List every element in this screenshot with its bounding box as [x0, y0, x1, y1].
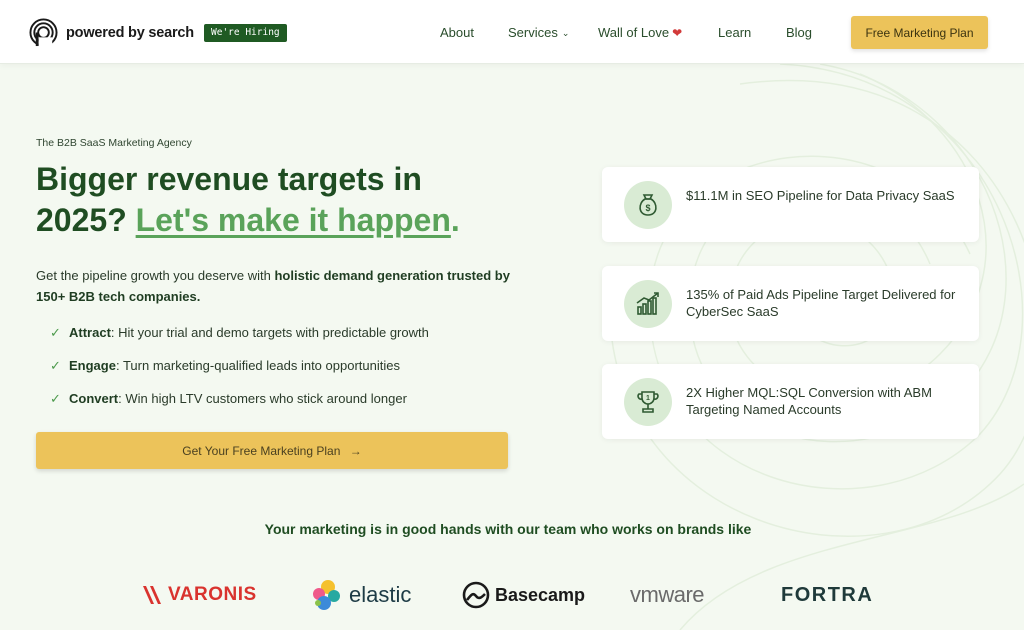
list-item: ✓ Engage: Turn marketing-qualified leads…: [50, 356, 429, 389]
logo[interactable]: powered by search: [29, 18, 194, 47]
svg-text:$: $: [645, 203, 650, 213]
hiring-badge[interactable]: We're Hiring: [204, 24, 287, 42]
nav-about-label: About: [440, 25, 474, 40]
hero-lead: Get the pipeline growth you deserve with…: [36, 265, 526, 307]
headline-period: .: [450, 202, 460, 238]
nav-wall-of-love[interactable]: Wall of Love ❤: [598, 25, 682, 40]
get-free-marketing-plan-button[interactable]: Get Your Free Marketing Plan →: [36, 432, 508, 469]
fortra-logo-text: FORTRA: [781, 583, 874, 606]
varonis-logo-text: VARONIS: [168, 584, 257, 605]
site-header: powered by search We're Hiring About Ser…: [0, 0, 1024, 64]
bullet-text: : Turn marketing-qualified leads into op…: [115, 358, 400, 373]
money-bag-icon: $: [624, 181, 672, 229]
svg-text:1: 1: [646, 395, 650, 402]
bullet-text: : Win high LTV customers who stick aroun…: [118, 391, 407, 406]
varonis-mark-icon: [143, 586, 161, 604]
nav-wall-of-love-label: Wall of Love: [598, 25, 670, 40]
heart-icon: ❤: [672, 26, 683, 40]
vmware-logo-text: vmware: [630, 582, 705, 607]
brands-heading: Your marketing is in good hands with our…: [264, 521, 752, 537]
logo-text: powered by search: [66, 24, 194, 41]
elastic-logo-text: elastic: [349, 582, 412, 607]
result-card-seo: $ $11.1M in SEO Pipeline for Data Privac…: [602, 167, 979, 242]
elastic-logo: elastic: [310, 577, 411, 613]
checkmark-icon: ✓: [50, 358, 61, 373]
checkmark-icon: ✓: [50, 325, 61, 340]
nav-blog[interactable]: Blog: [786, 25, 812, 40]
result-card-abm: 1 2X Higher MQL:SQL Conversion with ABM …: [602, 364, 979, 439]
arrow-right-icon: →: [349, 443, 362, 458]
bullet-title: Convert: [69, 391, 119, 406]
bullet-title: Attract: [69, 325, 111, 340]
list-item: ✓ Attract: Hit your trial and demo targe…: [50, 323, 429, 356]
nav-learn[interactable]: Learn: [718, 25, 751, 40]
trophy-icon: 1: [624, 378, 672, 426]
fortra-logo: FORTRA: [781, 577, 873, 613]
cta-label: Get Your Free Marketing Plan: [182, 443, 341, 458]
hero-eyebrow: The B2B SaaS Marketing Agency: [36, 137, 192, 149]
checkmark-icon: ✓: [50, 391, 61, 406]
chevron-down-icon: ⌄: [561, 28, 570, 38]
elastic-mark-icon: [313, 580, 340, 610]
bar-chart-growth-icon: [624, 280, 672, 328]
bullet-text: : Hit your trial and demo targets with p…: [110, 325, 429, 340]
result-card-paid-ads: 135% of Paid Ads Pipeline Target Deliver…: [602, 266, 979, 341]
hero-headline: Bigger revenue targets in 2025? Let's ma…: [36, 159, 516, 241]
vmware-logo: vmware: [630, 577, 705, 613]
nav-learn-label: Learn: [718, 25, 752, 40]
lead-text: Get the pipeline growth you deserve with: [36, 268, 271, 283]
nav-blog-label: Blog: [786, 25, 813, 40]
result-text: 135% of Paid Ads Pipeline Target Deliver…: [686, 287, 956, 319]
benefit-list: ✓ Attract: Hit your trial and demo targe…: [50, 323, 429, 422]
nav-services[interactable]: Services ⌄: [508, 25, 569, 40]
result-text: 2X Higher MQL:SQL Conversion with ABM Ta…: [686, 385, 932, 417]
decorative-swirl: [609, 64, 1024, 630]
basecamp-logo: Basecamp: [462, 577, 585, 613]
nav-services-label: Services: [508, 25, 558, 40]
headline-highlight-link[interactable]: Let's make it happen: [136, 202, 451, 238]
bullet-title: Engage: [69, 358, 116, 373]
nav-about[interactable]: About: [440, 25, 474, 40]
list-item: ✓ Convert: Win high LTV customers who st…: [50, 389, 429, 422]
free-marketing-plan-button[interactable]: Free Marketing Plan: [851, 16, 988, 49]
varonis-logo: VARONIS: [142, 577, 257, 613]
basecamp-mark-icon: [462, 581, 490, 609]
result-text: $11.1M in SEO Pipeline for Data Privacy …: [686, 188, 955, 203]
basecamp-logo-text: Basecamp: [495, 584, 586, 605]
logo-icon: [29, 18, 58, 47]
